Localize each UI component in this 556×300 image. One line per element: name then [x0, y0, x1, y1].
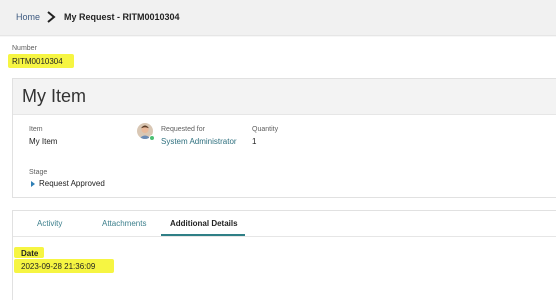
- stage-label: Stage: [29, 169, 48, 176]
- date-label: Date: [21, 249, 39, 258]
- details-tabs-panel: Activity Attachments Additional Details: [12, 210, 556, 300]
- active-tab-indicator: [161, 234, 245, 236]
- stage-value[interactable]: Request Approved: [39, 179, 105, 188]
- tab-additional-details[interactable]: Additional Details: [170, 219, 238, 228]
- item-label: Item: [29, 126, 43, 133]
- quantity-label: Quantity: [252, 126, 279, 133]
- chevron-right-icon: [47, 11, 56, 23]
- item-card-header: My Item: [13, 79, 556, 115]
- date-value: 2023-09-28 21:36:09: [21, 262, 96, 271]
- item-title: My Item: [22, 86, 87, 106]
- caret-right-icon[interactable]: [31, 181, 35, 187]
- item-card: My Item Item My Item Requested for Syste…: [12, 78, 556, 198]
- breadcrumb-home-link[interactable]: Home: [16, 12, 40, 22]
- breadcrumb-current: My Request - RITM0010304: [64, 12, 180, 22]
- requested-for-label: Requested for: [161, 126, 205, 133]
- requested-for-link[interactable]: System Administrator: [161, 137, 237, 146]
- tab-attachments[interactable]: Attachments: [102, 219, 146, 228]
- quantity-value: 1: [252, 137, 257, 146]
- number-label: Number: [12, 45, 37, 52]
- breadcrumb: Home My Request - RITM0010304: [0, 0, 556, 36]
- item-value: My Item: [29, 137, 58, 146]
- number-value: RITM0010304: [12, 57, 63, 66]
- presence-dot-icon: [149, 135, 155, 141]
- tab-strip: Activity Attachments Additional Details: [13, 211, 556, 237]
- tab-activity[interactable]: Activity: [37, 219, 62, 228]
